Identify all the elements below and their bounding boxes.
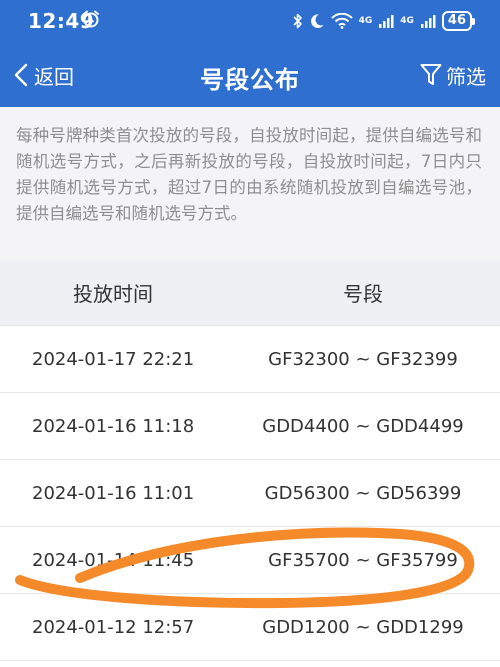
row-range: GF35700 ~ GF35799 (268, 549, 458, 571)
nav-bar: 返回 号段公布 筛选 (0, 44, 500, 107)
row-range: GD56300 ~ GD56399 (264, 482, 462, 504)
table-header: 投放时间 号段 (0, 260, 500, 326)
battery-indicator: 46 (441, 11, 476, 31)
wifi-icon (330, 13, 353, 29)
status-bar: 12:49 4G 4G 46 (0, 0, 500, 44)
status-icons: 4G 4G 46 (293, 10, 476, 32)
network-type-1: 4G (358, 15, 373, 26)
row-range: GDD1200 ~ GDD1299 (262, 616, 464, 638)
row-range: GDD4400 ~ GDD4499 (262, 415, 464, 437)
column-header-range: 号段 (343, 282, 383, 306)
table-row[interactable]: 2024-01-16 11:18 GDD4400 ~ GDD4499 (0, 393, 500, 460)
alarm-icon (83, 10, 99, 28)
filter-button[interactable]: 筛选 (420, 58, 486, 92)
notice-text: 每种号牌种类首次投放的号段，自投放时间起，提供自编选号和随机选号方式，之后再新投… (0, 107, 500, 260)
row-time: 2024-01-14 11:45 (32, 549, 195, 571)
row-time: 2024-01-17 22:21 (32, 348, 195, 370)
filter-label: 筛选 (446, 64, 486, 89)
row-time: 2024-01-12 12:57 (32, 616, 195, 638)
table-row[interactable]: 2024-01-16 11:01 GD56300 ~ GD56399 (0, 460, 500, 527)
network-type-2: 4G (400, 15, 414, 26)
filter-icon (420, 64, 442, 85)
moon-icon (310, 14, 324, 29)
row-time: 2024-01-16 11:01 (32, 482, 195, 504)
number-range-table: 投放时间 号段 2024-01-17 22:21 GF32300 ~ GF323… (0, 260, 500, 661)
app-header: 12:49 4G 4G 46 返回 号段公布 筛选 (0, 0, 500, 107)
table-row[interactable]: 2024-01-14 11:45 GF35700 ~ GF35799 (0, 527, 500, 594)
signal-icon (420, 15, 436, 28)
table-row[interactable]: 2024-01-12 12:57 GDD1200 ~ GDD1299 (0, 594, 500, 661)
signal-icon (379, 15, 394, 28)
column-header-time: 投放时间 (73, 282, 153, 306)
row-time: 2024-01-16 11:18 (32, 415, 195, 437)
bluetooth-icon (293, 13, 302, 29)
table-row[interactable]: 2024-01-17 22:21 GF32300 ~ GF32399 (0, 326, 500, 393)
row-range: GF32300 ~ GF32399 (268, 348, 458, 370)
